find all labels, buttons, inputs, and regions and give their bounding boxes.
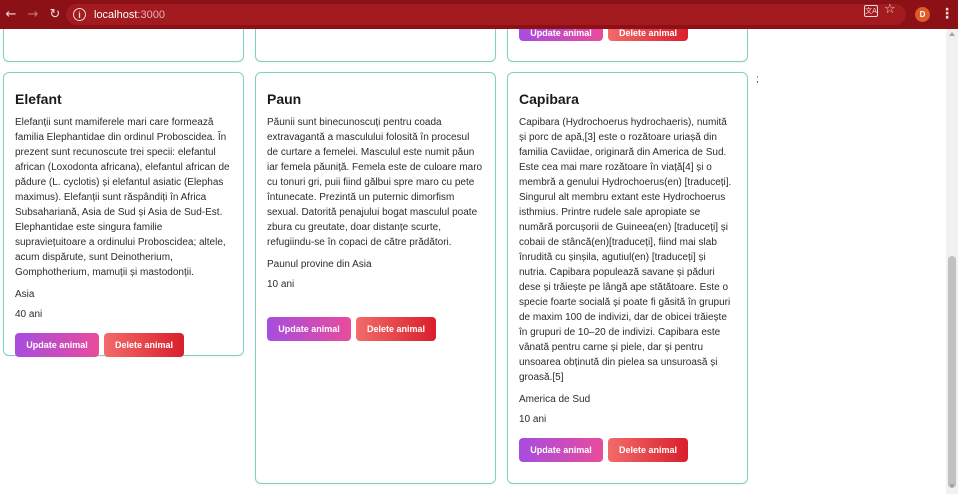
forward-icon[interactable]: → bbox=[22, 0, 44, 29]
animal-card: Elefant Elefanții sunt mamiferele mari c… bbox=[3, 72, 244, 357]
animal-age: 40 ani bbox=[15, 309, 43, 320]
animal-age: 10 ani bbox=[267, 279, 295, 290]
animal-description: Capibara (Hydrochoerus hydrochaeris), nu… bbox=[519, 117, 732, 383]
page-scrollbar[interactable] bbox=[946, 29, 958, 494]
animal-card: Capibara Capibara (Hydrochoerus hydrocha… bbox=[507, 72, 748, 484]
update-animal-button[interactable]: Update animal bbox=[519, 438, 603, 462]
profile-avatar[interactable]: D bbox=[915, 7, 930, 22]
address-bar[interactable]: i localhost:3000 bbox=[66, 4, 906, 25]
scroll-up-arrow-icon[interactable] bbox=[949, 32, 955, 36]
animal-age: 10 ani bbox=[519, 414, 547, 425]
back-icon[interactable]: ← bbox=[0, 0, 22, 29]
delete-animal-button[interactable]: Delete animal bbox=[356, 317, 436, 341]
animal-name: Paun bbox=[267, 91, 302, 107]
animal-name: Elefant bbox=[15, 91, 62, 107]
translate-icon[interactable]: 文A bbox=[864, 5, 878, 17]
animal-card-partial bbox=[3, 29, 244, 62]
animal-card: Paun Păunii sunt binecunoscuți pentru co… bbox=[255, 72, 496, 484]
update-animal-button[interactable]: Update animal bbox=[267, 317, 351, 341]
animal-origin: Paunul provine din Asia bbox=[267, 259, 372, 270]
card-actions: Update animal Delete animal bbox=[15, 333, 184, 357]
delete-animal-button[interactable]: Delete animal bbox=[608, 438, 688, 462]
delete-animal-button[interactable]: Delete animal bbox=[104, 333, 184, 357]
animal-description: Elefanții sunt mamiferele mari care form… bbox=[15, 117, 230, 278]
update-animal-button[interactable]: Update animal bbox=[519, 29, 603, 41]
url-host: localhost bbox=[94, 8, 138, 21]
site-info-icon[interactable]: i bbox=[73, 8, 86, 21]
card-actions: Update animal Delete animal bbox=[519, 438, 688, 462]
card-actions: Update animal Delete animal bbox=[267, 317, 436, 341]
animal-name: Capibara bbox=[519, 91, 579, 107]
browser-toolbar: ← → ↻ i localhost:3000 文A ☆ D ⋮ bbox=[0, 0, 958, 29]
reload-icon[interactable]: ↻ bbox=[44, 0, 66, 29]
animal-description: Păunii sunt binecunoscuți pentru coada e… bbox=[267, 117, 483, 248]
stray-semicolon: ; bbox=[756, 74, 759, 85]
update-animal-button[interactable]: Update animal bbox=[15, 333, 99, 357]
animal-card-partial: Update animal Delete animal bbox=[507, 29, 748, 62]
bookmark-star-icon[interactable]: ☆ bbox=[884, 2, 896, 17]
page-viewport: Update animal Delete animal ; Elefant El… bbox=[0, 29, 946, 494]
url-port: :3000 bbox=[137, 8, 165, 21]
animal-origin: America de Sud bbox=[519, 394, 591, 405]
animal-card-partial bbox=[255, 29, 496, 62]
url-text[interactable]: localhost:3000 bbox=[94, 9, 165, 21]
delete-animal-button[interactable]: Delete animal bbox=[608, 29, 688, 41]
scrollbar-thumb[interactable] bbox=[948, 256, 956, 488]
card-actions: Update animal Delete animal bbox=[519, 29, 688, 41]
browser-menu-icon[interactable]: ⋮ bbox=[940, 6, 954, 22]
scroll-down-arrow-icon[interactable] bbox=[949, 484, 955, 488]
animal-origin: Asia bbox=[15, 289, 35, 300]
